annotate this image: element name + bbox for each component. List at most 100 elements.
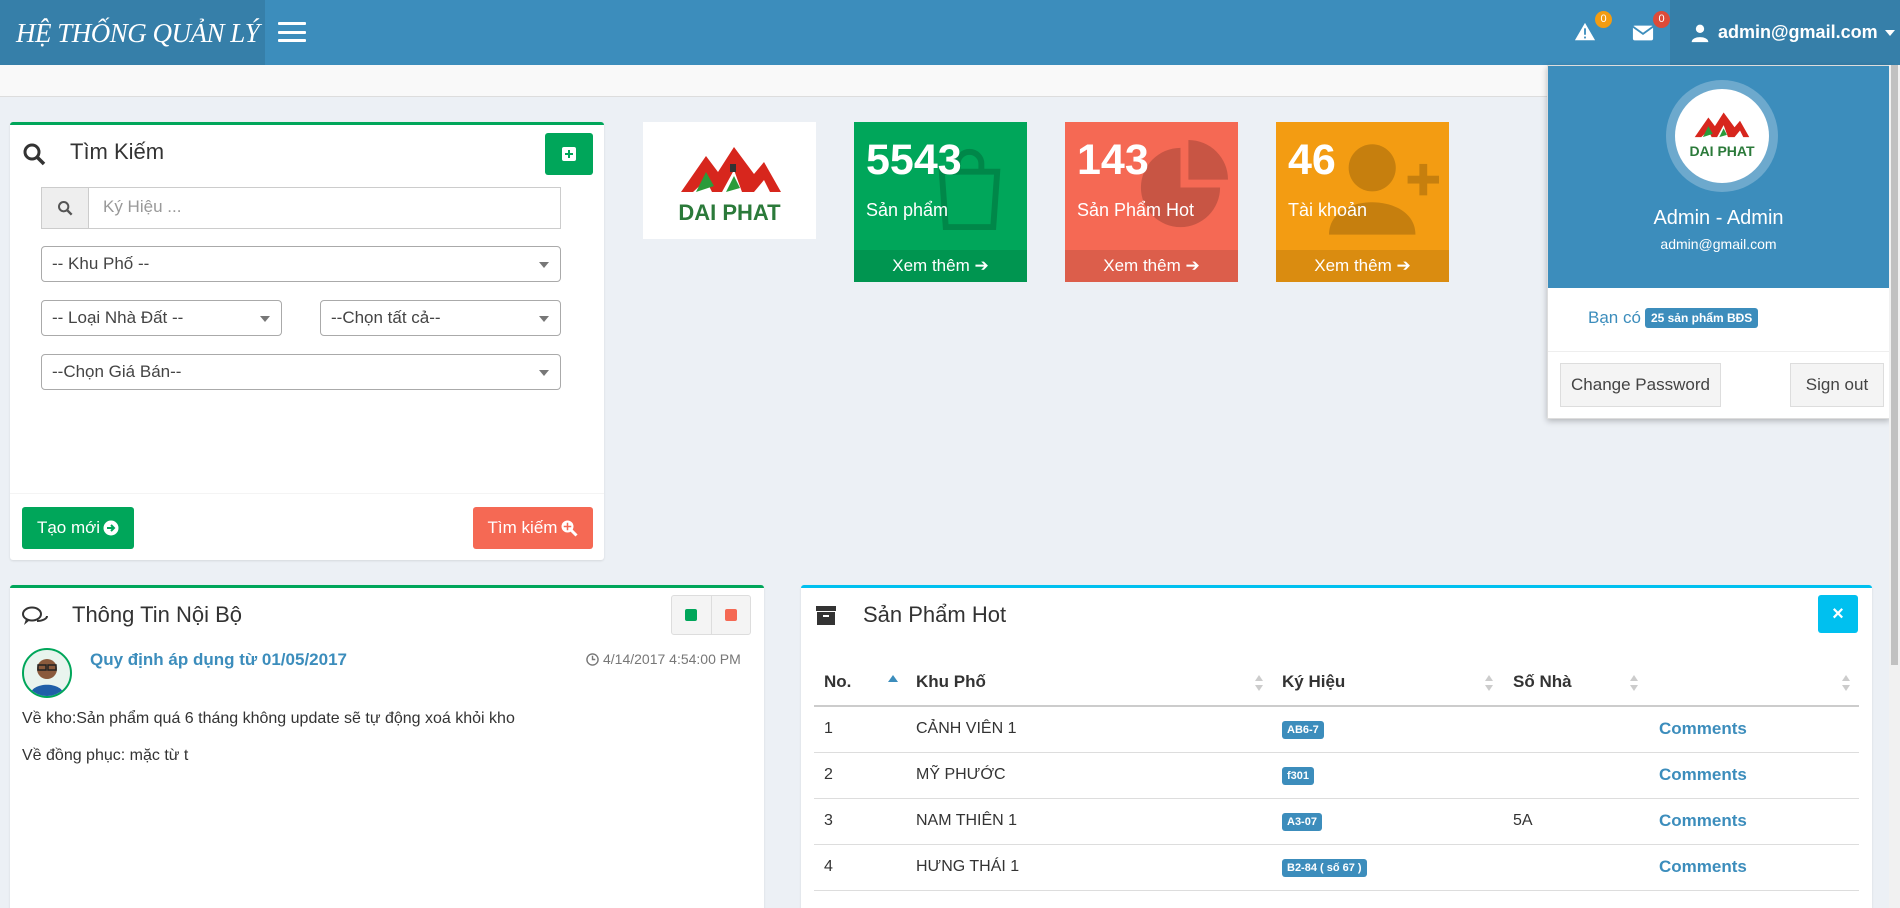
square-icon xyxy=(685,609,698,621)
all-options-select[interactable]: --Chọn tất cả-- xyxy=(320,300,561,336)
comments-link[interactable]: Comments xyxy=(1659,765,1747,785)
comments-link[interactable]: Comments xyxy=(1659,719,1747,739)
search-box: Tìm Kiếm Ký Hiệu ... -- Khu Phố -- -- Lo… xyxy=(10,122,604,560)
arrow-circle-right-icon: ➔ xyxy=(1185,256,1200,275)
sort-icon xyxy=(1255,675,1263,691)
district-select[interactable]: -- Khu Phố -- xyxy=(41,246,561,282)
row-divider xyxy=(814,752,1859,753)
sidebar-toggle-icon[interactable] xyxy=(278,22,306,42)
company-logo-text: DAI PHAT xyxy=(678,200,781,225)
add-button[interactable] xyxy=(545,133,593,175)
sort-asc-icon xyxy=(888,675,898,682)
user-icon xyxy=(1691,24,1709,42)
cell-district: HƯNG THÁI 1 xyxy=(916,858,1020,875)
alerts-count-badge: 0 xyxy=(1595,11,1612,28)
comments-link[interactable]: Comments xyxy=(1659,857,1747,877)
user-menu-toggle[interactable]: admin@gmail.com xyxy=(1670,0,1900,65)
user-email: admin@gmail.com xyxy=(1718,22,1878,42)
col-header-house-no[interactable]: Số Nhà xyxy=(1513,672,1572,692)
col-header-code[interactable]: Ký Hiệu xyxy=(1282,672,1345,692)
stat-hot-more-link[interactable]: Xem thêm ➔ xyxy=(1065,250,1238,282)
post-line: Về kho:Sản phẩm quá 6 tháng không update… xyxy=(22,710,515,727)
avatar xyxy=(22,648,72,698)
cell-district: NAM THIÊN 1 xyxy=(916,812,1018,829)
sort-icon xyxy=(1842,675,1850,691)
dropdown-divider xyxy=(1548,351,1889,352)
row-divider xyxy=(814,890,1859,891)
search-button-label: Tìm kiếm xyxy=(487,518,558,537)
app-logo[interactable]: HỆ THỐNG QUẢN LÝ xyxy=(0,0,265,65)
close-button[interactable]: × xyxy=(1818,595,1858,633)
cell-district: MỸ PHƯỚC xyxy=(916,766,1006,783)
post-title-link[interactable]: Quy định áp dụng từ 01/05/2017 xyxy=(90,650,347,670)
sign-out-button[interactable]: Sign out xyxy=(1790,363,1884,407)
post-time-text: 4/14/2017 4:54:00 PM xyxy=(603,651,741,667)
box-divider xyxy=(10,493,604,494)
arrow-circle-right-icon: ➔ xyxy=(1396,256,1411,275)
cell-no: 2 xyxy=(824,766,833,783)
stat-accounts-value: 46 xyxy=(1288,136,1336,184)
product-count-badge: 25 sản phẩm BĐS xyxy=(1644,308,1759,328)
user-avatar: DAI PHAT xyxy=(1675,89,1769,183)
col-header-district[interactable]: Khu Phố xyxy=(916,672,986,692)
property-type-select[interactable]: -- Loại Nhà Đất -- xyxy=(41,300,282,336)
stat-tile-hot-products: 143 Sản Phẩm Hot Xem thêm ➔ xyxy=(1065,122,1238,282)
search-plus-icon xyxy=(561,520,578,537)
search-addon xyxy=(41,187,89,229)
user-avatar-ring: DAI PHAT xyxy=(1666,80,1778,192)
search-submit-button[interactable]: Tìm kiếm xyxy=(473,507,593,549)
clock-icon xyxy=(586,652,599,666)
create-button[interactable]: Tạo mới xyxy=(22,507,134,549)
avatar-image xyxy=(30,659,64,696)
change-password-button[interactable]: Change Password xyxy=(1560,363,1721,407)
user-info-row[interactable]: Bạn có 25 sản phẩm BĐS xyxy=(1588,308,1759,328)
row-divider xyxy=(814,798,1859,799)
cell-no: 1 xyxy=(824,720,833,737)
price-select[interactable]: --Chọn Giá Bán-- xyxy=(41,354,561,390)
messages-button[interactable]: 0 xyxy=(1632,11,1670,47)
red-toggle-button[interactable] xyxy=(712,596,751,634)
post-line: Về đồng phục: mặc từ t xyxy=(22,747,189,764)
internal-news-box: Thông Tin Nội Bộ Quy định áp dụng từ 01/… xyxy=(10,585,764,908)
stat-products-value: 5543 xyxy=(866,136,962,184)
search-icon xyxy=(58,201,73,216)
box-tools xyxy=(671,595,751,635)
comments-icon xyxy=(22,606,48,625)
comments-link[interactable]: Comments xyxy=(1659,811,1747,831)
page-scrollbar[interactable] xyxy=(1889,65,1900,908)
stat-products-more-link[interactable]: Xem thêm ➔ xyxy=(854,250,1027,282)
top-navbar: HỆ THỐNG QUẢN LÝ 0 0 admin@gmail.com xyxy=(0,0,1900,65)
row-divider xyxy=(814,844,1859,845)
plus-square-icon xyxy=(562,147,576,161)
post-timestamp: 4/14/2017 4:54:00 PM xyxy=(586,651,741,667)
code-badge: A3-07 xyxy=(1282,813,1322,831)
arrow-circle-right-icon: ➔ xyxy=(974,256,989,275)
col-header-no[interactable]: No. xyxy=(824,672,851,692)
create-button-label: Tạo mới xyxy=(36,518,101,537)
caret-down-icon xyxy=(1884,29,1895,36)
keyword-search-input[interactable]: Ký Hiệu ... xyxy=(88,187,561,229)
user-dropdown-menu: DAI PHAT Admin - Admin admin@gmail.com B… xyxy=(1547,65,1890,419)
archive-icon xyxy=(816,606,836,625)
sort-icon xyxy=(1630,675,1638,691)
code-badge: AB6-7 xyxy=(1282,721,1324,739)
scrollbar-thumb[interactable] xyxy=(1891,65,1898,665)
code-badge: f301 xyxy=(1282,767,1315,785)
close-icon: × xyxy=(1832,602,1844,625)
more-link-label: Xem thêm xyxy=(1314,256,1392,275)
table-header-line xyxy=(814,705,1859,707)
cell-district: CẢNH VIÊN 1 xyxy=(916,720,1017,737)
warning-icon xyxy=(1574,22,1596,41)
company-logo-icon xyxy=(1694,112,1750,138)
code-badge: B2-84 ( số 67 ) xyxy=(1282,859,1367,877)
stat-products-label: Sản phẩm xyxy=(866,200,949,220)
stat-tile-products: 5543 Sản phẩm Xem thêm ➔ xyxy=(854,122,1027,282)
square-icon xyxy=(724,609,737,621)
stat-accounts-more-link[interactable]: Xem thêm ➔ xyxy=(1276,250,1449,282)
green-toggle-button[interactable] xyxy=(672,596,712,634)
stat-tile-accounts: 46 Tài khoản Xem thêm ➔ xyxy=(1276,122,1449,282)
more-link-label: Xem thêm xyxy=(1103,256,1181,275)
company-logo-card: DAI PHAT xyxy=(643,122,816,239)
alerts-button[interactable]: 0 xyxy=(1574,11,1612,47)
stat-hot-value: 143 xyxy=(1077,136,1149,184)
